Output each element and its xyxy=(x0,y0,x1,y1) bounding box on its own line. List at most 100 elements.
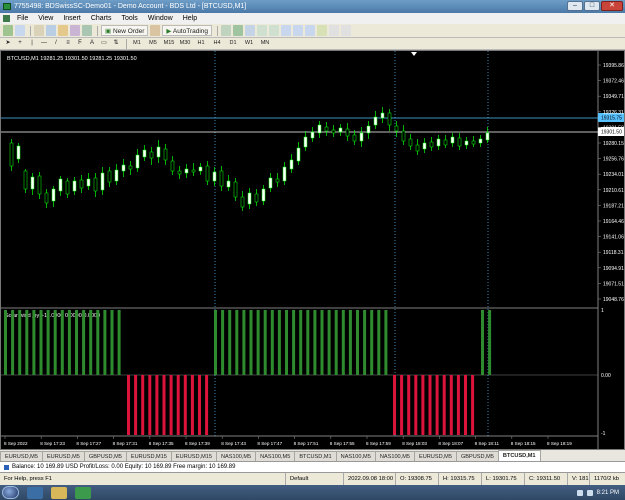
timeframe-h1[interactable]: H1 xyxy=(194,38,208,49)
timeframe-m15[interactable]: M15 xyxy=(162,38,176,49)
timeframe-mn[interactable]: MN xyxy=(258,38,272,49)
chart-tab[interactable]: GBPUSD,M5 xyxy=(455,451,499,461)
navigator-icon[interactable] xyxy=(58,25,68,36)
price-label: 19326.31 xyxy=(603,110,624,116)
candle-bull xyxy=(100,172,105,191)
menu-view[interactable]: View xyxy=(33,13,58,24)
explorer-taskbar-icon[interactable] xyxy=(51,486,67,499)
new-order-icon: ▣ xyxy=(105,28,112,35)
close-button[interactable]: ✕ xyxy=(601,1,623,11)
zoom-in-icon[interactable] xyxy=(257,25,268,36)
chart-shift-icon[interactable] xyxy=(305,25,316,36)
chart-tab[interactable]: EURUSD,M5 xyxy=(0,451,43,461)
clock[interactable]: 8:21 PM xyxy=(597,490,619,496)
histogram-bar-positive xyxy=(348,310,352,375)
start-button[interactable] xyxy=(2,486,19,499)
chart-tab[interactable]: EURUSD,M15 xyxy=(125,451,172,461)
new-order-button[interactable]: ▣ New Order xyxy=(101,25,149,36)
line-chart-icon[interactable] xyxy=(245,25,256,36)
chart-tab[interactable]: NAS100,M5 xyxy=(255,451,296,461)
candle-bear xyxy=(275,178,280,183)
window-controls: – □ ✕ xyxy=(567,1,623,12)
menu-help[interactable]: Help xyxy=(178,13,202,24)
chart-tab[interactable]: BTCUSD,M1 xyxy=(497,450,541,461)
bar-chart-icon[interactable] xyxy=(221,25,232,36)
timeframe-d1[interactable]: D1 xyxy=(226,38,240,49)
autotrading-button[interactable]: ▶ AutoTrading xyxy=(162,25,213,36)
fibonacci-icon[interactable]: Ϝ xyxy=(75,38,85,49)
menu-window[interactable]: Window xyxy=(143,13,178,24)
crosshair-icon[interactable]: + xyxy=(15,38,25,49)
status-traffic: 1170/2 kb xyxy=(589,473,625,485)
chart-tab[interactable]: NAS100,M5 xyxy=(215,451,257,461)
tile-windows-icon[interactable] xyxy=(281,25,292,36)
histogram-bar-negative xyxy=(198,375,201,435)
time-label: 8 Sep 17:43 xyxy=(221,441,246,446)
timeframe-m1[interactable]: M1 xyxy=(130,38,144,49)
chart-window[interactable]: BTCUSD,M1 19281.25 19301.50 19281.25 193… xyxy=(0,50,625,450)
timeframe-m30[interactable]: M30 xyxy=(178,38,192,49)
zoom-out-icon[interactable] xyxy=(269,25,280,36)
price-axis: 19395.86 19372.46 19349.71 19326.31 19301.50… xyxy=(598,63,624,303)
templates-icon[interactable] xyxy=(341,25,352,36)
terminal-panel: Balance: 10 169.89 USD Profit/Loss: 0.00… xyxy=(0,461,625,473)
text-tool-icon[interactable]: A xyxy=(87,38,97,49)
label-tool-icon[interactable]: ▭ xyxy=(99,38,109,49)
metatrader-taskbar-icon[interactable] xyxy=(75,486,91,499)
maximize-button[interactable]: □ xyxy=(584,1,600,11)
candle-bear xyxy=(345,128,350,137)
candle-bull xyxy=(135,154,140,169)
candle-bull xyxy=(142,149,147,158)
indicators-icon[interactable] xyxy=(317,25,328,36)
channel-icon[interactable]: ≡ xyxy=(63,38,73,49)
price-label: 19210.61 xyxy=(603,188,624,194)
new-chart-icon[interactable] xyxy=(3,25,13,36)
price-chart[interactable]: BTCUSD,M1 19281.25 19301.50 19281.25 193… xyxy=(1,51,624,449)
chart-tab[interactable]: EURUSD,M5 xyxy=(41,451,85,461)
timeframe-h4[interactable]: H4 xyxy=(210,38,224,49)
histogram-bar-positive xyxy=(25,310,29,375)
candle-bear xyxy=(65,180,70,195)
menu-tools[interactable]: Tools xyxy=(116,13,142,24)
terminal-close-icon[interactable] xyxy=(4,464,9,470)
chart-tab[interactable]: BTCUSD,M1 xyxy=(294,451,337,461)
candle-bear xyxy=(128,165,133,170)
candle-bull xyxy=(373,116,378,126)
chart-tab[interactable]: GBPUSD,M5 xyxy=(83,451,127,461)
arrows-icon[interactable]: ⇅ xyxy=(111,38,121,49)
strategy-tester-icon[interactable] xyxy=(82,25,92,36)
chart-tab[interactable]: EURUSD,M5 xyxy=(414,451,457,461)
timeframe-m5[interactable]: M5 xyxy=(146,38,160,49)
histogram-bar-positive xyxy=(221,310,225,375)
candle-bear xyxy=(429,141,434,148)
network-icon[interactable] xyxy=(576,489,583,496)
profiles-icon[interactable] xyxy=(15,25,25,36)
menu-insert[interactable]: Insert xyxy=(58,13,86,24)
histogram-bar-negative xyxy=(148,375,152,435)
ie-taskbar-icon[interactable] xyxy=(27,486,43,499)
volume-icon[interactable] xyxy=(586,489,593,496)
chart-tab[interactable]: NAS100,M5 xyxy=(335,451,376,461)
auto-scroll-icon[interactable] xyxy=(293,25,304,36)
price-label: 19118.31 xyxy=(603,250,624,256)
market-watch-icon[interactable] xyxy=(34,25,44,36)
histogram-bar-positive xyxy=(356,310,359,375)
histogram-bar-positive xyxy=(82,310,86,375)
timeframe-w1[interactable]: W1 xyxy=(242,38,256,49)
horizontal-line-icon[interactable]: — xyxy=(39,38,49,49)
chart-tab[interactable]: EURUSD,M15 xyxy=(170,451,217,461)
chart-tab[interactable]: NAS100,M5 xyxy=(374,451,415,461)
vertical-line-icon[interactable]: | xyxy=(27,38,37,49)
trendline-icon[interactable]: / xyxy=(51,38,61,49)
terminal-icon[interactable] xyxy=(70,25,80,36)
menu-file[interactable]: File xyxy=(12,13,33,24)
menu-charts[interactable]: Charts xyxy=(86,13,117,24)
metaeditor-icon[interactable] xyxy=(150,25,161,36)
data-window-icon[interactable] xyxy=(46,25,56,36)
minimize-button[interactable]: – xyxy=(567,1,583,11)
candlestick-icon[interactable] xyxy=(233,25,244,36)
histogram-bar-positive xyxy=(18,310,22,375)
periods-icon[interactable] xyxy=(329,25,340,36)
cursor-icon[interactable]: ➤ xyxy=(3,38,13,49)
toolbar-separator xyxy=(30,25,31,36)
